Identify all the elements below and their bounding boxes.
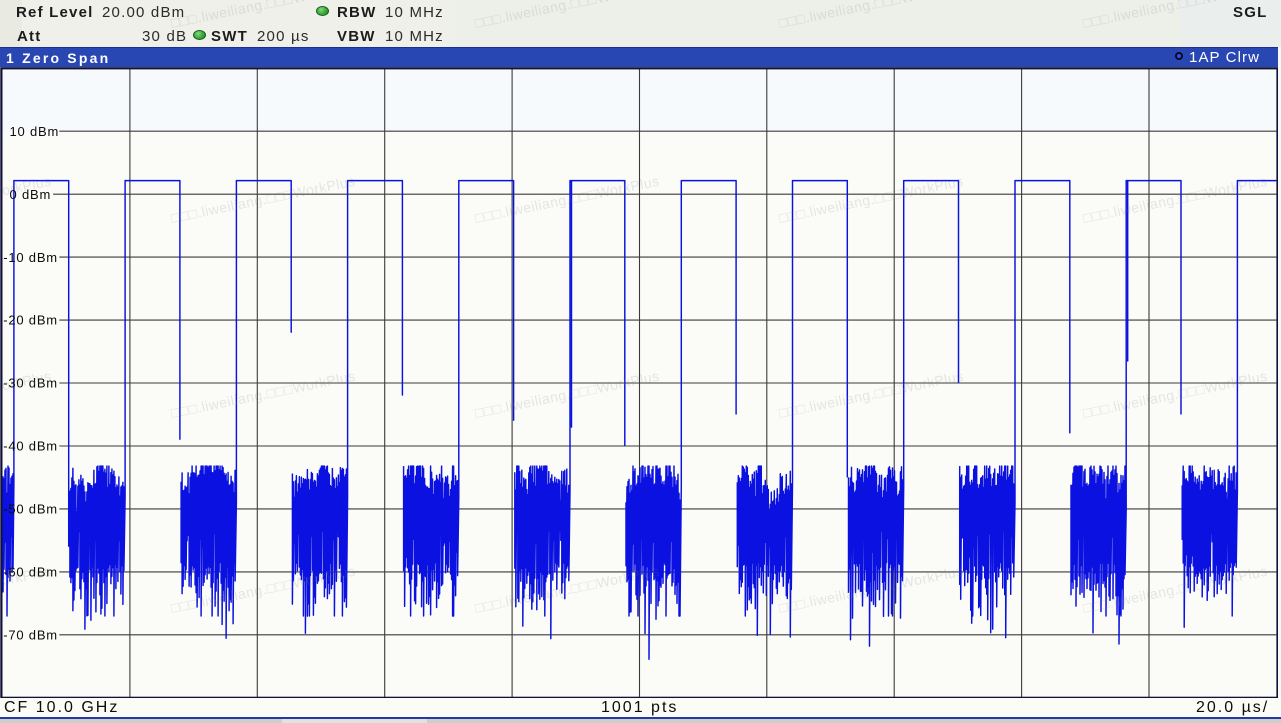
svg-text:-10 dBm: -10 dBm bbox=[3, 250, 58, 265]
svg-text:-40 dBm: -40 dBm bbox=[3, 439, 58, 454]
svg-text:-60 dBm: -60 dBm bbox=[3, 565, 58, 580]
svg-text:-20 dBm: -20 dBm bbox=[3, 313, 58, 328]
svg-text:0 dBm: 0 dBm bbox=[10, 187, 52, 202]
svg-text:10 dBm: 10 dBm bbox=[10, 124, 60, 139]
svg-text:-50 dBm: -50 dBm bbox=[3, 502, 58, 517]
svg-text:-30 dBm: -30 dBm bbox=[3, 376, 58, 391]
svg-text:-70 dBm: -70 dBm bbox=[3, 627, 58, 642]
